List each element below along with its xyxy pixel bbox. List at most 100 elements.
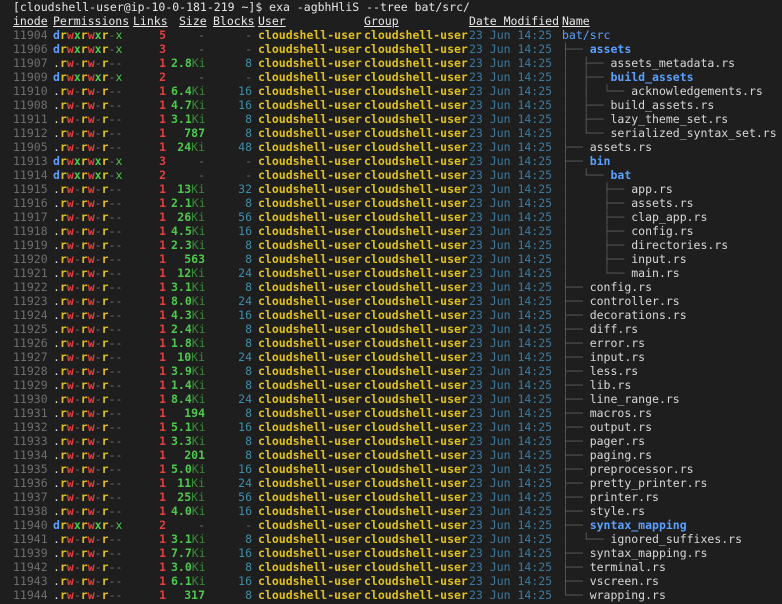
row-links: 1 xyxy=(159,238,166,252)
file-name[interactable]: style.rs xyxy=(590,504,645,518)
row-size-value: 25 xyxy=(177,490,192,504)
row-name: ├── less.rs xyxy=(562,364,638,378)
permission-bit: w xyxy=(87,154,95,168)
permission-bit: w xyxy=(66,28,74,42)
row-links: 1 xyxy=(159,196,166,210)
permission-bit: r xyxy=(59,280,67,294)
row-links: 1 xyxy=(159,336,166,350)
row-group: cloudshell-user xyxy=(364,28,468,42)
file-name[interactable]: printer.rs xyxy=(590,490,659,504)
row-blocks-value: 16 xyxy=(238,504,252,518)
directory-name[interactable]: bat xyxy=(610,168,631,182)
row-blocks: 16 xyxy=(213,84,252,98)
permission-bit: w xyxy=(66,364,74,378)
row-size-unit: Ki xyxy=(191,224,206,238)
file-name[interactable]: assets.rs xyxy=(631,196,693,210)
row-permissions: .rw-rw-r-- xyxy=(53,98,122,112)
file-name[interactable]: wrapping.rs xyxy=(590,588,666,602)
file-name[interactable]: config.rs xyxy=(590,280,652,294)
row-size-unit: Ki xyxy=(191,392,206,406)
file-name[interactable]: lib.rs xyxy=(590,378,632,392)
directory-name[interactable]: assets xyxy=(590,42,632,56)
file-name[interactable]: output.rs xyxy=(590,420,652,434)
row-date-modified: 23 Jun 14:25 xyxy=(469,140,553,154)
file-name[interactable]: lazy_theme_set.rs xyxy=(610,112,728,126)
file-name[interactable]: paging.rs xyxy=(590,448,652,462)
directory-name[interactable]: bin xyxy=(590,154,611,168)
terminal-window[interactable]: [cloudshell-user@ip-10-0-181-219 ~]$ exa… xyxy=(0,0,782,604)
file-name[interactable]: input.rs xyxy=(590,350,645,364)
row-size-value: - xyxy=(198,70,205,84)
row-size-unit: Ki xyxy=(191,84,206,98)
file-name[interactable]: vscreen.rs xyxy=(590,574,659,588)
permission-bit: r xyxy=(80,98,88,112)
file-name[interactable]: serialized_syntax_set.rs xyxy=(610,126,776,140)
file-name[interactable]: build_assets.rs xyxy=(610,98,714,112)
file-name[interactable]: ignored_suffixes.rs xyxy=(610,532,742,546)
permission-bit: w xyxy=(66,294,74,308)
permission-bit: r xyxy=(80,294,88,308)
row-permissions: .rw-rw-r-- xyxy=(53,182,122,196)
file-name[interactable]: acknowledgements.rs xyxy=(631,84,763,98)
file-name[interactable]: pretty_printer.rs xyxy=(590,476,708,490)
file-name[interactable]: pager.rs xyxy=(590,434,645,448)
listing-row: 11904 drwxrwxr-x 5- - cloudshell-user cloudsh… xyxy=(0,28,782,42)
file-name[interactable]: config.rs xyxy=(631,224,693,238)
file-name[interactable]: input.rs xyxy=(631,252,686,266)
row-name: └── wrapping.rs xyxy=(562,588,666,602)
file-name[interactable]: preprocessor.rs xyxy=(590,462,694,476)
file-name[interactable]: app.rs xyxy=(631,182,673,196)
file-name[interactable]: diff.rs xyxy=(590,322,638,336)
row-size-value: 201 xyxy=(184,448,205,462)
file-name[interactable]: error.rs xyxy=(590,336,645,350)
row-user: cloudshell-user xyxy=(258,182,362,196)
file-name[interactable]: clap_app.rs xyxy=(631,210,707,224)
directory-name[interactable]: bat/src xyxy=(562,28,610,42)
file-name[interactable]: syntax_mapping.rs xyxy=(590,546,708,560)
header-name: Name xyxy=(562,14,590,28)
permission-bit: - xyxy=(115,140,123,154)
file-name[interactable]: less.rs xyxy=(590,364,638,378)
row-size-unit: Ki xyxy=(191,266,205,280)
row-blocks-value: 16 xyxy=(238,546,252,560)
file-name[interactable]: assets_metadata.rs xyxy=(610,56,735,70)
row-size-value: 563 xyxy=(184,252,205,266)
row-size-unit: Ki xyxy=(191,462,206,476)
row-size: 11Ki xyxy=(171,476,205,490)
file-name[interactable]: decorations.rs xyxy=(590,308,687,322)
row-blocks-value: 32 xyxy=(238,182,252,196)
tree-branch: ├── xyxy=(562,294,590,308)
file-name[interactable]: terminal.rs xyxy=(590,560,666,574)
permission-bit: - xyxy=(94,434,102,448)
row-name: │ └── ignored_suffixes.rs xyxy=(562,532,742,546)
file-name[interactable]: line_range.rs xyxy=(590,392,680,406)
permission-bit: w xyxy=(87,504,95,518)
permission-bit: r xyxy=(80,434,88,448)
permission-bit: w xyxy=(66,532,74,546)
row-permissions: .rw-rw-r-- xyxy=(53,392,122,406)
row-links: 1 xyxy=(159,322,166,336)
listing-row: 11943 .rw-rw-r-- 1 6.1Ki 16 cloudshell-user cl… xyxy=(0,574,782,588)
directory-name[interactable]: syntax_mapping xyxy=(590,518,687,532)
file-name[interactable]: macros.rs xyxy=(590,406,652,420)
row-size: 3.3Ki xyxy=(171,434,206,448)
permission-bit: - xyxy=(73,434,81,448)
directory-name[interactable]: build_assets xyxy=(610,70,693,84)
permission-bit: - xyxy=(115,532,123,546)
row-name: ├── config.rs xyxy=(562,280,652,294)
row-size: 4.7Ki xyxy=(171,98,206,112)
permission-bit: - xyxy=(115,56,123,70)
permission-bit: w xyxy=(87,224,95,238)
row-permissions: .rw-rw-r-- xyxy=(53,420,122,434)
permission-bit: w xyxy=(87,448,95,462)
file-name[interactable]: controller.rs xyxy=(590,294,680,308)
file-name[interactable]: main.rs xyxy=(631,266,679,280)
file-name[interactable]: directories.rs xyxy=(631,238,728,252)
row-blocks-value: 8 xyxy=(245,126,252,140)
permission-bit: . xyxy=(53,308,60,322)
tree-branch: ├── xyxy=(562,560,590,574)
permission-bit: r xyxy=(80,406,88,420)
file-name[interactable]: assets.rs xyxy=(590,140,652,154)
row-size-value: - xyxy=(198,518,205,532)
row-size: 8.0Ki xyxy=(171,294,206,308)
